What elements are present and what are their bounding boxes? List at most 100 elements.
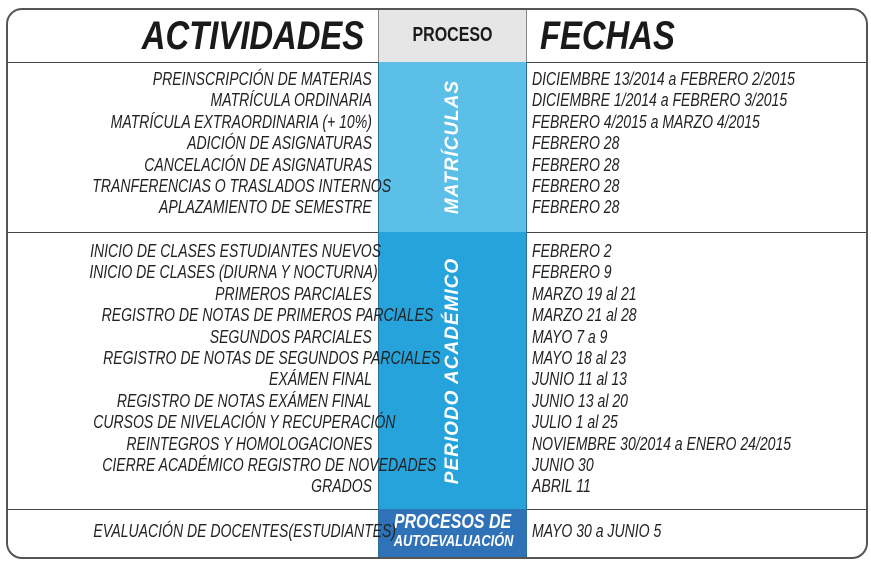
activity-cell: MATRÍCULA ORDINARIA <box>8 90 372 111</box>
date-cell-text: FEBRERO 28 <box>532 175 620 196</box>
activity-cell-text: CANCELACIÓN DE ASIGNATURAS <box>144 154 372 175</box>
process-label-line1: PROCESOS DE <box>393 511 512 533</box>
activity-cell: PREINSCRIPCIÓN DE MATERIAS <box>8 69 372 90</box>
date-cell-text: MAYO 30 a JUNIO 5 <box>532 521 662 541</box>
activity-cell: EVALUACIÓN DE DOCENTES(ESTUDIANTES) <box>8 521 396 542</box>
activity-cell: CANCELACIÓN DE ASIGNATURAS <box>8 155 372 176</box>
activity-cell: REGISTRO DE NOTAS DE PRIMEROS PARCIALES <box>8 305 434 326</box>
date-cell-text: JUNIO 11 al 13 <box>532 369 627 390</box>
activity-cell: PRIMEROS PARCIALES <box>8 284 372 305</box>
date-cell: MAYO 18 al 23 <box>532 348 862 369</box>
process-label: MATRÍCULAS <box>441 79 463 215</box>
date-cell-text: FEBRERO 9 <box>532 262 612 283</box>
date-cell-text: ABRIL 11 <box>532 476 591 497</box>
date-cell-text: FEBRERO 4/2015 a MARZO 4/2015 <box>532 111 760 132</box>
process-band-matriculas: MATRÍCULAS <box>378 62 527 232</box>
header-process: PROCESO <box>378 10 527 63</box>
activity-cell-text: INICIO DE CLASES (DIURNA Y NOCTURNA) <box>89 262 378 283</box>
activity-cell: TRANFERENCIAS O TRASLADOS INTERNOS <box>8 176 391 197</box>
activity-cell: INICIO DE CLASES (DIURNA Y NOCTURNA) <box>8 262 377 283</box>
date-cell-text: MAYO 18 al 23 <box>532 347 627 368</box>
date-cell-text: DICIEMBRE 13/2014 a FEBRERO 2/2015 <box>532 69 795 89</box>
activity-cell: APLAZAMIENTO DE SEMESTRE <box>8 197 372 218</box>
header-dates: FECHAS <box>526 10 866 63</box>
activity-cell-text: REGISTRO DE NOTAS DE PRIMEROS PARCIALES <box>101 305 434 326</box>
date-cell-text: FEBRERO 28 <box>532 197 620 218</box>
date-cell-text: MAYO 7 a 9 <box>532 326 608 347</box>
date-cell: FEBRERO 28 <box>532 155 862 176</box>
date-cell: MAYO 7 a 9 <box>532 327 862 348</box>
process-label-line2: AUTOEVALUACIÓN <box>393 533 514 550</box>
date-cell: MARZO 19 al 21 <box>532 284 862 305</box>
date-cell: JUNIO 13 al 20 <box>532 391 862 412</box>
activity-cell-text: REGISTRO DE NOTAS DE SEGUNDOS PARCIALES <box>103 347 441 368</box>
header-process-label: PROCESO <box>412 24 493 46</box>
date-cell: FEBRERO 2 <box>532 241 862 262</box>
date-cell-text: NOVIEMBRE 30/2014 a ENERO 24/2015 <box>532 433 792 454</box>
section-periodo-academico: PERIODO ACADÉMICO INICIO DE CLASES ESTUD… <box>8 232 866 510</box>
date-cell-text: MARZO 19 al 21 <box>532 283 637 304</box>
date-cell: MARZO 21 al 28 <box>532 305 862 326</box>
activity-cell: REGISTRO DE NOTAS EXÁMEN FINAL <box>8 391 372 412</box>
activity-cell-text: APLAZAMIENTO DE SEMESTRE <box>159 197 372 218</box>
dates-column: DICIEMBRE 13/2014 a FEBRERO 2/2015 DICIEM… <box>532 69 862 219</box>
activity-cell-text: SEGUNDOS PARCIALES <box>209 326 372 347</box>
activity-cell: MATRÍCULA EXTRAORDINARIA (+ 10%) <box>8 112 372 133</box>
calendar-table: ACTIVIDADES PROCESO FECHAS MATRÍCULAS PR… <box>6 8 868 559</box>
activity-cell: REINTEGROS Y HOMOLOGACIONES <box>8 434 372 455</box>
dates-column: FEBRERO 2 FEBRERO 9 MARZO 19 al 21 MARZO 21… <box>532 241 862 498</box>
activity-cell-text: GRADOS <box>311 476 372 497</box>
date-cell: NOVIEMBRE 30/2014 a ENERO 24/2015 <box>532 434 862 455</box>
date-cell-text: JUNIO 30 <box>532 454 594 475</box>
date-cell: FEBRERO 4/2015 a MARZO 4/2015 <box>532 112 862 133</box>
date-cell: FEBRERO 28 <box>532 197 862 218</box>
header-activities-label: ACTIVIDADES <box>141 14 364 58</box>
activity-cell-text: PREINSCRIPCIÓN DE MATERIAS <box>153 69 372 89</box>
date-cell-text: JULIO 1 al 25 <box>532 412 618 433</box>
date-cell: ABRIL 11 <box>532 476 862 497</box>
activity-cell-text: REINTEGROS Y HOMOLOGACIONES <box>125 433 372 454</box>
date-cell-text: JUNIO 13 al 20 <box>532 390 628 411</box>
activity-cell-text: CURSOS DE NIVELACIÓN Y RECUPERACIÓN <box>93 412 396 433</box>
date-cell-text: FEBRERO 2 <box>532 241 612 261</box>
header-dates-label: FECHAS <box>540 14 675 58</box>
activity-cell: SEGUNDOS PARCIALES <box>8 327 372 348</box>
activities-column: INICIO DE CLASES ESTUDIANTES NUEVOS INICI… <box>8 241 440 498</box>
date-cell: FEBRERO 28 <box>532 133 862 154</box>
activity-cell: INICIO DE CLASES ESTUDIANTES NUEVOS <box>8 241 381 262</box>
date-cell: MAYO 30 a JUNIO 5 <box>532 521 862 542</box>
activity-cell-text: ADICIÓN DE ASIGNATURAS <box>187 133 372 154</box>
date-cell-text: FEBRERO 28 <box>532 133 620 154</box>
process-band-autoevaluacion: PROCESOS DE AUTOEVALUACIÓN <box>378 509 527 557</box>
activity-cell-text: PRIMEROS PARCIALES <box>215 283 372 304</box>
section-matriculas: MATRÍCULAS PREINSCRIPCIÓN DE MATERIAS MAT… <box>8 62 866 233</box>
date-cell: JUNIO 30 <box>532 455 862 476</box>
activity-cell-text: REGISTRO DE NOTAS EXÁMEN FINAL <box>117 390 372 411</box>
activity-cell-text: MATRÍCULA ORDINARIA <box>210 90 372 111</box>
activity-cell-text: EVALUACIÓN DE DOCENTES(ESTUDIANTES) <box>93 521 397 541</box>
activity-cell: REGISTRO DE NOTAS DE SEGUNDOS PARCIALES <box>8 348 440 369</box>
activity-cell-text: TRANFERENCIAS O TRASLADOS INTERNOS <box>92 175 392 196</box>
dates-column: MAYO 30 a JUNIO 5 <box>532 521 862 542</box>
date-cell: DICIEMBRE 1/2014 a FEBRERO 3/2015 <box>532 90 862 111</box>
header-activities: ACTIVIDADES <box>8 10 378 63</box>
activity-cell: GRADOS <box>8 476 372 497</box>
date-cell: FEBRERO 9 <box>532 262 862 283</box>
activities-column: PREINSCRIPCIÓN DE MATERIAS MATRÍCULA ORDI… <box>8 69 391 219</box>
date-cell-text: FEBRERO 28 <box>532 154 620 175</box>
activity-cell: CIERRE ACADÉMICO REGISTRO DE NOVEDADES <box>8 455 436 476</box>
date-cell: JUNIO 11 al 13 <box>532 369 862 390</box>
activity-cell: CURSOS DE NIVELACIÓN Y RECUPERACIÓN <box>8 412 395 433</box>
date-cell: JULIO 1 al 25 <box>532 412 862 433</box>
date-cell-text: MARZO 21 al 28 <box>532 305 637 326</box>
date-cell: DICIEMBRE 13/2014 a FEBRERO 2/2015 <box>532 69 862 90</box>
activity-cell: EXÁMEN FINAL <box>8 369 372 390</box>
date-cell: FEBRERO 28 <box>532 176 862 197</box>
process-label: PERIODO ACADÉMICO <box>441 257 463 484</box>
activity-cell-text: MATRÍCULA EXTRAORDINARIA (+ 10%) <box>110 111 372 132</box>
activity-cell: ADICIÓN DE ASIGNATURAS <box>8 133 372 154</box>
activity-cell-text: EXÁMEN FINAL <box>269 369 372 390</box>
activity-cell-text: CIERRE ACADÉMICO REGISTRO DE NOVEDADES <box>102 454 437 475</box>
section-autoevaluacion: PROCESOS DE AUTOEVALUACIÓN EVALUACIÓN DE … <box>8 509 866 557</box>
activities-column: EVALUACIÓN DE DOCENTES(ESTUDIANTES) <box>8 521 396 542</box>
